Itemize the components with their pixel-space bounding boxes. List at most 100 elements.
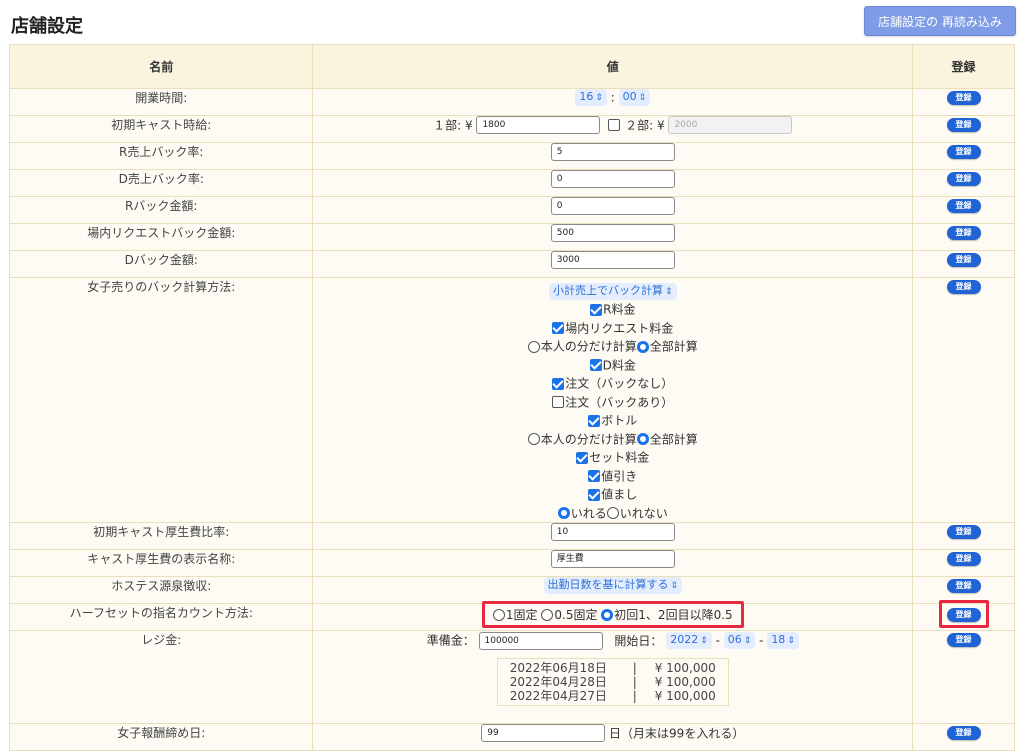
half-first1-radio[interactable] xyxy=(601,608,614,621)
chevron-updown-icon: ⇕ xyxy=(638,93,647,103)
request-back-input[interactable]: 500 xyxy=(550,224,675,242)
register-button[interactable]: 登録 xyxy=(946,226,981,240)
d-back-rate-input[interactable]: 0 xyxy=(550,170,675,188)
chevron-updown-icon: ⇕ xyxy=(595,93,603,103)
option-label: 注文（バックなし） xyxy=(565,376,674,391)
part2-label: ２部: ¥ xyxy=(625,118,665,133)
row-label: 場内リクエストバック金額: xyxy=(8,223,314,251)
register-button[interactable]: 登録 xyxy=(946,579,981,593)
register-button[interactable]: 登録 xyxy=(946,726,981,740)
date-dash: - xyxy=(759,633,764,648)
history-sep: | xyxy=(632,688,637,703)
option-label: 値引き xyxy=(601,469,638,483)
list-item: 2022年06月18日 | ¥ 100,000 xyxy=(510,661,716,675)
minute-select[interactable]: 00 ⇕ xyxy=(618,89,651,106)
option-label: R料金 xyxy=(603,302,636,317)
register-button[interactable]: 登録 xyxy=(946,633,981,647)
r-fee-checkbox[interactable] xyxy=(590,303,603,316)
start-label: 開始日： xyxy=(614,633,663,648)
closing-day-input[interactable]: 99 xyxy=(481,724,606,742)
register-button[interactable]: 登録 xyxy=(946,552,981,566)
welfare-rate-input[interactable]: 10 xyxy=(550,523,675,541)
r-back-amount-input[interactable]: 0 xyxy=(550,197,675,215)
register-button[interactable]: 登録 xyxy=(946,525,981,539)
row-label: 開業時間: xyxy=(8,88,314,116)
register-button[interactable]: 登録 xyxy=(946,172,981,186)
header-name: 名前 xyxy=(8,44,314,89)
closing-suffix: 日（月末は99を入れる） xyxy=(609,726,745,741)
order-noback-checkbox[interactable] xyxy=(552,377,565,390)
option-label: セット料金 xyxy=(589,450,650,465)
table-row: Dバック金額: 3000 登録 xyxy=(8,250,1015,278)
exclude-radio[interactable] xyxy=(606,507,619,519)
register-button[interactable]: 登録 xyxy=(946,608,981,622)
history-amount: ¥ 100,000 xyxy=(654,688,716,703)
table-row: 初期キャスト厚生費比率: 10 登録 xyxy=(8,522,1015,550)
year-select[interactable]: 2022 ⇕ xyxy=(666,632,712,649)
calc-self-radio-2[interactable] xyxy=(527,433,540,445)
history-sep: | xyxy=(632,660,637,675)
part2-checkbox[interactable] xyxy=(608,119,621,131)
day-select[interactable]: 18 ⇕ xyxy=(767,632,799,649)
hour-select[interactable]: 16 ⇕ xyxy=(575,89,607,106)
register-button[interactable]: 登録 xyxy=(946,199,981,213)
half-fixed1-radio[interactable] xyxy=(492,608,505,621)
d-back-amount-input[interactable]: 3000 xyxy=(550,251,675,269)
include-radio[interactable] xyxy=(557,507,570,519)
row-label: D売上バック率: xyxy=(8,169,314,197)
calc-all-radio-2[interactable] xyxy=(636,433,649,445)
option-label: 本人の分だけ計算 xyxy=(540,432,637,446)
table-row: 場内リクエストバック金額: 500 登録 xyxy=(8,223,1015,251)
part1-wage-input[interactable]: 1800 xyxy=(476,116,601,134)
option-label: D料金 xyxy=(602,358,636,372)
row-label: ホステス源泉徴収: xyxy=(8,576,314,604)
register-button[interactable]: 登録 xyxy=(946,118,981,132)
half-fixed05-radio[interactable] xyxy=(541,608,554,621)
bottle-checkbox[interactable] xyxy=(588,414,601,427)
table-row: ハーフセットの指名カウント方法: 1固定 0.5固定 初回1、2回目以降0.5 … xyxy=(8,600,1015,631)
register-history: 2022年06月18日 | ¥ 100,000 2022年04月28日 | ¥ 100,… xyxy=(496,657,729,706)
welfare-name-input[interactable]: 厚生費 xyxy=(550,550,675,568)
list-item: 2022年04月28日 | ¥ 100,000 xyxy=(510,675,716,689)
table-row: 女子売りのバック計算方法: 小計売上でバック計算 ⇕ R料金 場内リクエスト料金 … xyxy=(8,277,1015,523)
chevron-updown-icon: ⇕ xyxy=(743,636,752,646)
back-method-select[interactable]: 小計売上でバック計算 ⇕ xyxy=(549,283,677,300)
table-row: キャスト厚生費の表示名称: 厚生費 登録 xyxy=(8,549,1015,577)
chevron-updown-icon: ⇕ xyxy=(670,581,679,591)
month-select[interactable]: 06 ⇕ xyxy=(723,632,756,649)
highlight-box: 登録 xyxy=(938,600,989,628)
reload-settings-button[interactable]: 店舗設定の 再読み込み xyxy=(864,6,1016,36)
row-label: キャスト厚生費の表示名称: xyxy=(8,549,314,577)
withholding-select[interactable]: 出勤日数を基に計算する ⇕ xyxy=(543,577,683,594)
calc-all-radio[interactable] xyxy=(636,340,649,353)
register-button[interactable]: 登録 xyxy=(946,253,981,267)
row-label: Dバック金額: xyxy=(8,250,314,278)
list-item: 2022年04月27日 | ¥ 100,000 xyxy=(510,689,716,703)
register-button[interactable]: 登録 xyxy=(946,145,981,159)
history-date: 2022年06月18日 xyxy=(509,660,607,675)
set-fee-checkbox[interactable] xyxy=(576,451,589,464)
date-dash: - xyxy=(715,633,720,648)
table-row: R売上バック率: 5 登録 xyxy=(8,142,1015,170)
page-title: 店舗設定 xyxy=(11,16,83,37)
option-label: ボトル xyxy=(601,413,638,428)
table-row: 初期キャスト時給: １部: ¥ 1800 ２部: ¥ 2000 登録 xyxy=(8,115,1015,143)
part1-label: １部: ¥ xyxy=(433,118,473,133)
chevron-updown-icon: ⇕ xyxy=(665,287,673,297)
reserve-input[interactable]: 100000 xyxy=(478,631,603,650)
d-fee-checkbox[interactable] xyxy=(589,359,602,371)
table-row: ホステス源泉徴収: 出勤日数を基に計算する ⇕ 登録 xyxy=(8,576,1015,604)
calc-self-radio[interactable] xyxy=(527,340,540,353)
r-back-rate-input[interactable]: 5 xyxy=(550,143,675,161)
table-row: Rバック金額: 0 登録 xyxy=(8,196,1015,224)
order-back-checkbox[interactable] xyxy=(552,396,565,408)
row-label: Rバック金額: xyxy=(8,196,314,224)
chevron-updown-icon: ⇕ xyxy=(700,636,708,646)
row-label: レジ金: xyxy=(8,630,314,724)
request-fee-checkbox[interactable] xyxy=(552,322,565,334)
part2-wage-input[interactable]: 2000 xyxy=(668,116,793,134)
register-button[interactable]: 登録 xyxy=(946,280,981,294)
discount-checkbox[interactable] xyxy=(588,470,601,482)
register-button[interactable]: 登録 xyxy=(946,91,981,105)
surcharge-checkbox[interactable] xyxy=(588,488,601,501)
